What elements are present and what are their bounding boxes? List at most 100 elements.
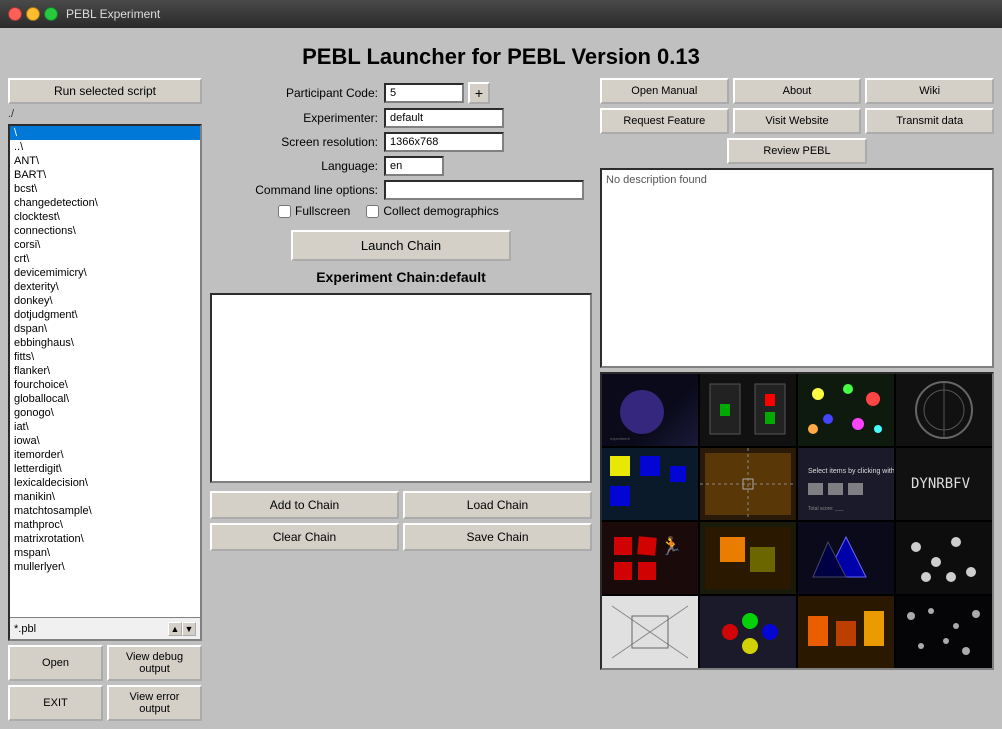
launch-chain-button[interactable]: Launch Chain bbox=[291, 230, 511, 261]
list-item[interactable]: matrixrotation\ bbox=[10, 532, 200, 546]
demographics-checkbox[interactable] bbox=[366, 205, 379, 218]
thumbnail-2[interactable] bbox=[700, 374, 796, 446]
list-item[interactable]: BART\ bbox=[10, 168, 200, 182]
thumbnail-6[interactable] bbox=[700, 448, 796, 520]
clear-chain-button[interactable]: Clear Chain bbox=[210, 523, 399, 551]
list-item[interactable]: ANT\ bbox=[10, 154, 200, 168]
thumbnail-9[interactable]: 🏃 bbox=[602, 522, 698, 594]
nav-buttons-row1: Open Manual About Wiki bbox=[600, 78, 994, 104]
exit-button[interactable]: EXIT bbox=[8, 685, 103, 721]
experimenter-row: Experimenter: bbox=[218, 108, 584, 128]
transmit-data-button[interactable]: Transmit data bbox=[865, 108, 994, 134]
thumbnail-5[interactable] bbox=[602, 448, 698, 520]
list-item[interactable]: crt\ bbox=[10, 252, 200, 266]
save-chain-button[interactable]: Save Chain bbox=[403, 523, 592, 551]
list-item[interactable]: devicemimicry\ bbox=[10, 266, 200, 280]
participant-code-label: Participant Code: bbox=[218, 86, 378, 100]
list-item[interactable]: matchtosample\ bbox=[10, 504, 200, 518]
thumbnail-1[interactable]: experiment bbox=[602, 374, 698, 446]
cmdline-input[interactable] bbox=[384, 180, 584, 200]
cmdline-row: Command line options: bbox=[218, 180, 584, 200]
scroll-down-icon[interactable]: ▼ bbox=[182, 622, 196, 636]
list-item[interactable]: mullerlyer\ bbox=[10, 560, 200, 574]
svg-text:🏃: 🏃 bbox=[660, 535, 682, 556]
list-item[interactable]: bcst\ bbox=[10, 182, 200, 196]
thumbnail-10[interactable] bbox=[700, 522, 796, 594]
scroll-up-icon[interactable]: ▲ bbox=[168, 622, 182, 636]
view-error-output-button[interactable]: View error output bbox=[107, 685, 202, 721]
fullscreen-checkbox-label[interactable]: Fullscreen bbox=[278, 204, 350, 218]
experimenter-input[interactable] bbox=[384, 108, 504, 128]
description-area: No description found bbox=[600, 168, 994, 368]
run-selected-script-button[interactable]: Run selected script bbox=[8, 78, 202, 104]
thumbnail-11[interactable] bbox=[798, 522, 894, 594]
fullscreen-checkbox[interactable] bbox=[278, 205, 291, 218]
list-item[interactable]: corsi\ bbox=[10, 238, 200, 252]
demographics-checkbox-label[interactable]: Collect demographics bbox=[366, 204, 498, 218]
list-item[interactable]: iowa\ bbox=[10, 434, 200, 448]
list-item[interactable]: iat\ bbox=[10, 420, 200, 434]
about-button[interactable]: About bbox=[733, 78, 862, 104]
list-item[interactable]: manikin\ bbox=[10, 490, 200, 504]
thumbnail-16[interactable] bbox=[896, 596, 992, 668]
window-controls[interactable] bbox=[8, 7, 58, 21]
list-item[interactable]: fourchoice\ bbox=[10, 378, 200, 392]
view-debug-output-button[interactable]: View debug output bbox=[107, 645, 202, 681]
list-item[interactable]: donkey\ bbox=[10, 294, 200, 308]
close-button[interactable] bbox=[8, 7, 22, 21]
title-bar: PEBL Experiment bbox=[0, 0, 1002, 28]
list-item[interactable]: lexicaldecision\ bbox=[10, 476, 200, 490]
language-input[interactable] bbox=[384, 156, 444, 176]
screen-resolution-row: Screen resolution: bbox=[218, 132, 584, 152]
language-row: Language: bbox=[218, 156, 584, 176]
thumbnail-4[interactable] bbox=[896, 374, 992, 446]
list-item[interactable]: \ bbox=[10, 126, 200, 140]
list-item[interactable]: gonogo\ bbox=[10, 406, 200, 420]
wiki-button[interactable]: Wiki bbox=[865, 78, 994, 104]
thumbnail-8[interactable]: DYNRBFV bbox=[896, 448, 992, 520]
list-item[interactable]: dexterity\ bbox=[10, 280, 200, 294]
cmdline-label: Command line options: bbox=[218, 183, 378, 197]
file-filter: *.pbl ▲ ▼ bbox=[10, 617, 200, 639]
description-text: No description found bbox=[606, 174, 707, 186]
chain-buttons: Add to Chain Load Chain Clear Chain Save… bbox=[210, 491, 592, 551]
open-button[interactable]: Open bbox=[8, 645, 103, 681]
nav-buttons-row2: Request Feature Visit Website Transmit d… bbox=[600, 108, 994, 134]
list-item[interactable]: ..\ bbox=[10, 140, 200, 154]
load-chain-button[interactable]: Load Chain bbox=[403, 491, 592, 519]
visit-website-button[interactable]: Visit Website bbox=[733, 108, 862, 134]
thumbnail-14[interactable] bbox=[700, 596, 796, 668]
list-item[interactable]: itemorder\ bbox=[10, 448, 200, 462]
list-item[interactable]: connections\ bbox=[10, 224, 200, 238]
screen-resolution-input[interactable] bbox=[384, 132, 504, 152]
open-manual-button[interactable]: Open Manual bbox=[600, 78, 729, 104]
list-item[interactable]: dotjudgment\ bbox=[10, 308, 200, 322]
list-item[interactable]: mathproc\ bbox=[10, 518, 200, 532]
list-item[interactable]: globallocal\ bbox=[10, 392, 200, 406]
maximize-button[interactable] bbox=[44, 7, 58, 21]
add-to-chain-button[interactable]: Add to Chain bbox=[210, 491, 399, 519]
participant-code-row: Participant Code: + bbox=[218, 82, 584, 104]
file-list[interactable]: \..\ ANT\BART\bcst\changedetection\clock… bbox=[10, 126, 200, 617]
increment-participant-button[interactable]: + bbox=[468, 82, 490, 104]
fullscreen-label: Fullscreen bbox=[295, 204, 350, 218]
thumbnail-13[interactable] bbox=[602, 596, 698, 668]
request-feature-button[interactable]: Request Feature bbox=[600, 108, 729, 134]
list-item[interactable]: clocktest\ bbox=[10, 210, 200, 224]
review-pebl-button[interactable]: Review PEBL bbox=[727, 138, 867, 164]
chain-list[interactable] bbox=[210, 293, 592, 483]
list-item[interactable]: fitts\ bbox=[10, 350, 200, 364]
experimenter-label: Experimenter: bbox=[218, 111, 378, 125]
list-item[interactable]: letterdigit\ bbox=[10, 462, 200, 476]
list-item[interactable]: changedetection\ bbox=[10, 196, 200, 210]
thumbnail-3[interactable] bbox=[798, 374, 894, 446]
list-item[interactable]: ebbinghaus\ bbox=[10, 336, 200, 350]
thumbnail-12[interactable] bbox=[896, 522, 992, 594]
list-item[interactable]: flanker\ bbox=[10, 364, 200, 378]
minimize-button[interactable] bbox=[26, 7, 40, 21]
list-item[interactable]: mspan\ bbox=[10, 546, 200, 560]
thumbnail-15[interactable] bbox=[798, 596, 894, 668]
participant-code-input[interactable] bbox=[384, 83, 464, 103]
thumbnail-7[interactable]: Select items by clicking with mouse Tota… bbox=[798, 448, 894, 520]
list-item[interactable]: dspan\ bbox=[10, 322, 200, 336]
